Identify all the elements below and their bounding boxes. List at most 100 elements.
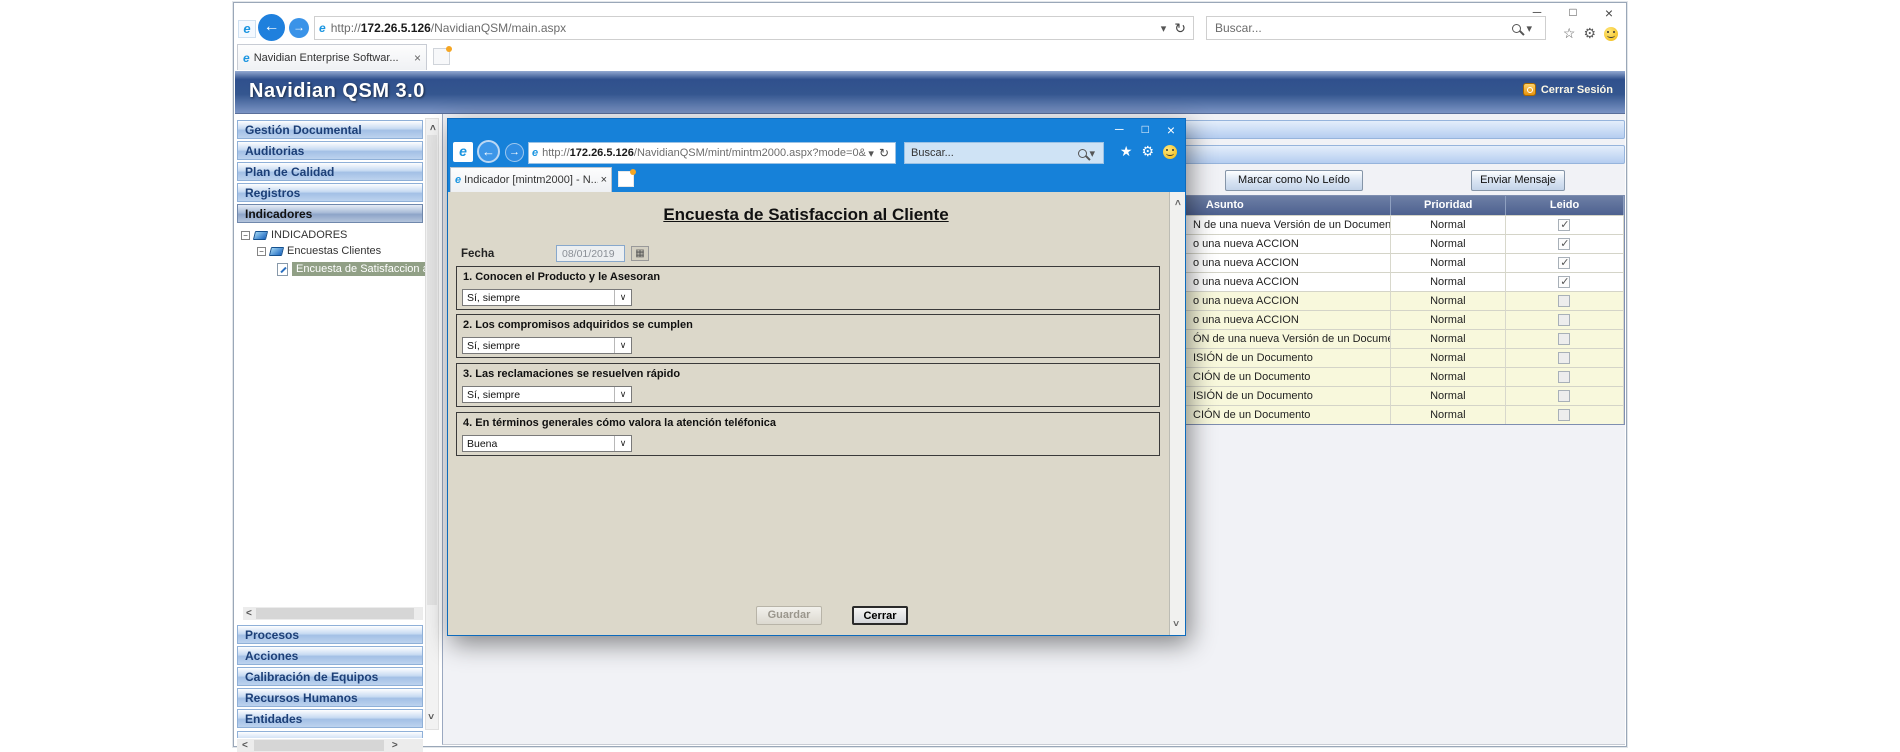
leido-checkbox[interactable] <box>1558 276 1570 288</box>
book-icon <box>269 247 284 256</box>
sidebar-item-calibracion-de-equipos[interactable]: Calibración de Equipos <box>237 667 423 686</box>
logout-button[interactable]: Cerrar Sesión <box>1523 83 1613 96</box>
sidebar-item-partial[interactable] <box>237 731 423 738</box>
popup-tab-indicador[interactable]: e Indicador [mintm2000] - N... × <box>450 167 612 192</box>
leido-checkbox[interactable] <box>1558 333 1570 345</box>
close-button[interactable]: × <box>1598 5 1620 21</box>
leido-checkbox[interactable] <box>1558 219 1570 231</box>
leido-checkbox[interactable] <box>1558 257 1570 269</box>
tab-favicon-icon: e <box>243 51 250 65</box>
sidebar-vertical-scrollbar[interactable]: < < <box>425 118 439 730</box>
tree-node-label: Encuestas Clientes <box>287 245 381 257</box>
search-input[interactable]: Buscar... ▾ <box>1206 16 1546 40</box>
popup-favorites-star-icon[interactable]: ★ <box>1120 143 1133 160</box>
popup-address-bar[interactable]: e http://172.26.5.126/NavidianQSM/mint/m… <box>528 142 896 164</box>
column-header-leido[interactable]: Leido <box>1506 196 1624 215</box>
sidebar-item-plan-de-calidad[interactable]: Plan de Calidad <box>237 162 423 181</box>
question-select-1[interactable]: Sí, siempre∨ <box>462 289 632 306</box>
search-placeholder: Buscar... <box>1215 21 1512 35</box>
calendar-icon[interactable]: ▦ <box>631 246 649 261</box>
popup-back-button[interactable]: ← <box>477 140 500 163</box>
tab-close-icon[interactable]: × <box>414 51 421 65</box>
popup-new-tab-button[interactable] <box>618 171 634 187</box>
favorites-star-icon[interactable]: ☆ <box>1563 25 1576 42</box>
question-select-3[interactable]: Sí, siempre∨ <box>462 386 632 403</box>
sidebar-item-indicadores[interactable]: Indicadores <box>237 204 423 223</box>
forward-button[interactable]: → <box>289 18 309 38</box>
close-form-button[interactable]: Cerrar <box>852 606 908 625</box>
leido-checkbox[interactable] <box>1558 238 1570 250</box>
back-button[interactable]: ← <box>258 14 285 41</box>
question-label: 2. Los compromisos adquiridos se cumplen <box>463 319 693 331</box>
maximize-button[interactable]: □ <box>1562 5 1584 21</box>
tree-node-encuesta-de-satisfaccion-al[interactable]: Encuesta de Satisfaccion al <box>277 262 435 276</box>
dropdown-chevron-icon[interactable]: ∨ <box>614 338 631 353</box>
dropdown-chevron-icon[interactable]: ∨ <box>614 387 631 402</box>
column-header-prioridad[interactable]: Prioridad <box>1391 196 1506 215</box>
settings-gear-icon[interactable]: ⚙ <box>1583 25 1596 42</box>
popup-toolbar-icons: ★ ⚙ <box>1120 143 1177 160</box>
search-icon[interactable] <box>1512 24 1521 33</box>
selected-option: Sí, siempre <box>463 340 614 352</box>
leido-checkbox[interactable] <box>1558 295 1570 307</box>
sidebar-item-entidades[interactable]: Entidades <box>237 709 423 728</box>
popup-search-input[interactable]: Buscar... ▾ <box>904 142 1104 164</box>
popup-tab-close-icon[interactable]: × <box>601 174 607 186</box>
save-button[interactable]: Guardar <box>756 606 822 625</box>
mark-unread-button[interactable]: Marcar como No Leído <box>1225 170 1363 191</box>
popup-close-button[interactable]: × <box>1167 122 1175 138</box>
book-icon <box>253 231 268 240</box>
question-box-3: 3. Las reclamaciones se resuelven rápido… <box>456 363 1160 407</box>
refresh-icon[interactable]: ↻ <box>1171 20 1189 37</box>
popup-settings-gear-icon[interactable]: ⚙ <box>1141 143 1154 160</box>
new-tab-button[interactable] <box>433 48 450 65</box>
popup-maximize-button[interactable]: □ <box>1142 122 1149 138</box>
sidebar-item-procesos[interactable]: Procesos <box>237 625 423 644</box>
sidebar-horizontal-scrollbar[interactable]: < > <box>237 739 423 752</box>
selected-option: Sí, siempre <box>463 389 614 401</box>
fecha-input[interactable]: 08/01/2019 <box>556 245 625 262</box>
send-message-button[interactable]: Enviar Mensaje <box>1471 170 1565 191</box>
cell-prioridad: Normal <box>1391 253 1505 272</box>
address-bar[interactable]: e http://172.26.5.126/NavidianQSM/main.a… <box>314 16 1194 40</box>
cell-leido <box>1506 310 1624 329</box>
url-dropdown-icon[interactable]: ▾ <box>1156 22 1172 35</box>
leido-checkbox[interactable] <box>1558 352 1570 364</box>
cell-leido <box>1506 234 1624 253</box>
popup-refresh-icon[interactable]: ↻ <box>876 146 892 160</box>
scrollbar-thumb[interactable] <box>427 135 437 605</box>
minimize-button[interactable]: ─ <box>1526 5 1548 21</box>
form-scroll-up-icon[interactable]: < <box>1171 200 1182 206</box>
tree-node-indicadores[interactable]: −INDICADORES <box>241 229 347 241</box>
leido-checkbox[interactable] <box>1558 371 1570 383</box>
dropdown-chevron-icon[interactable]: ∨ <box>614 290 631 305</box>
leido-checkbox[interactable] <box>1558 314 1570 326</box>
form-scroll-down-icon[interactable]: < <box>1171 621 1182 627</box>
leido-checkbox[interactable] <box>1558 390 1570 402</box>
feedback-smiley-icon[interactable] <box>1604 27 1618 41</box>
popup-forward-button[interactable]: → <box>505 143 524 162</box>
sidebar-item-recursos-humanos[interactable]: Recursos Humanos <box>237 688 423 707</box>
sidebar-item-auditorias[interactable]: Auditorias <box>237 141 423 160</box>
tree-collapse-icon[interactable]: − <box>257 247 266 256</box>
tab-navidian[interactable]: e Navidian Enterprise Softwar... × <box>237 44 427 70</box>
sidebar-item-gestion-documental[interactable]: Gestión Documental <box>237 120 423 139</box>
scroll-up-icon[interactable]: < <box>426 125 437 131</box>
dropdown-chevron-icon[interactable]: ∨ <box>614 436 631 451</box>
browser-chrome: e ← → e http://172.26.5.126/NavidianQSM/… <box>234 3 1626 43</box>
popup-url-dropdown-icon[interactable]: ▾ <box>866 147 876 160</box>
sidebar-item-registros[interactable]: Registros <box>237 183 423 202</box>
sidebar-item-acciones[interactable]: Acciones <box>237 646 423 665</box>
leido-checkbox[interactable] <box>1558 409 1570 421</box>
popup-search-icon[interactable] <box>1078 149 1087 158</box>
tree-collapse-icon[interactable]: − <box>241 231 250 240</box>
popup-minimize-button[interactable]: ─ <box>1115 122 1124 138</box>
form-vertical-scrollbar[interactable]: < < <box>1169 192 1185 635</box>
question-select-2[interactable]: Sí, siempre∨ <box>462 337 632 354</box>
url-text: http://172.26.5.126/NavidianQSM/main.asp… <box>331 21 1156 35</box>
question-select-4[interactable]: Buena∨ <box>462 435 632 452</box>
tree-node-encuestas-clientes[interactable]: − Encuestas Clientes <box>257 245 381 257</box>
tree-horizontal-scrollbar[interactable]: < <box>243 607 423 620</box>
popup-feedback-smiley-icon[interactable] <box>1163 145 1177 159</box>
scroll-down-icon[interactable]: < <box>426 714 437 720</box>
